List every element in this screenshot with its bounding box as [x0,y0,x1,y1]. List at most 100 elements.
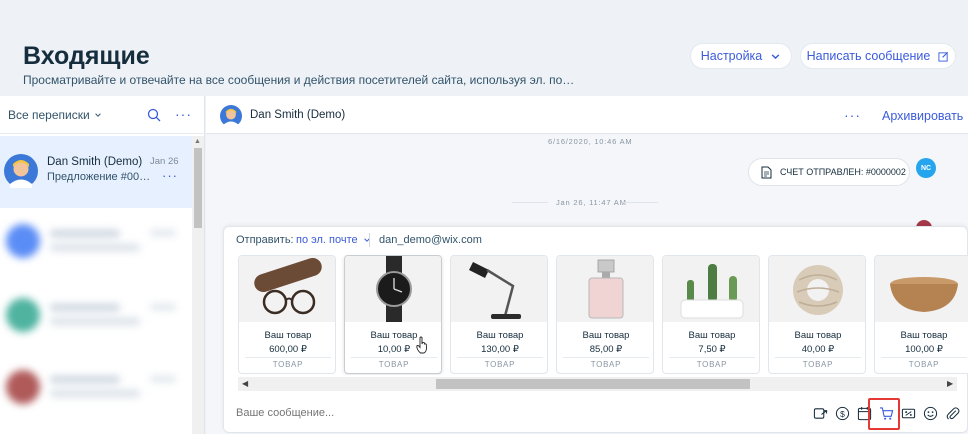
product-card[interactable]: Ваш товар 100,00 ₽ ТОВАР [874,255,968,374]
product-card[interactable]: Ваш товар 7,50 ₽ ТОВАР [662,255,760,374]
compose-icon [938,51,949,62]
bowl-image [875,256,968,322]
emoji-icon[interactable] [920,403,940,423]
send-method-dropdown[interactable]: по эл. почте [296,234,371,246]
watch-image [345,256,441,322]
search-icon[interactable] [147,108,161,122]
agent-badge: NC [916,158,936,178]
send-via-label: Отправить: [236,234,294,246]
product-card[interactable]: Ваш товар 130,00 ₽ ТОВАР [450,255,548,374]
sidebar-scrollbar[interactable]: ▲ [192,136,204,434]
divider [881,357,967,358]
divider [512,202,548,203]
divider [622,202,658,203]
product-type: ТОВАР [590,360,622,369]
product-name: Ваш товар [900,330,948,341]
invoice-sent-message[interactable]: СЧЕТ ОТПРАВЛЕН: #0000002 [748,158,910,186]
list-item[interactable] [0,358,192,418]
product-type: ТОВАР [484,360,516,369]
coupon-icon[interactable] [898,403,918,423]
product-card[interactable]: Ваш товар 600,00 ₽ ТОВАР [238,255,336,374]
scroll-left-icon[interactable]: ◀ [242,379,248,388]
invoice-sent-label: СЧЕТ ОТПРАВЛЕН: #0000002 [780,167,906,177]
conversation-item-active[interactable]: Dan Smith (Demo) Jan 26 Предложение #00…… [0,136,192,208]
payment-request-icon[interactable]: $ [832,403,852,423]
conversation-more-icon[interactable]: ··· [162,168,178,183]
divider [245,357,331,358]
scroll-up-icon[interactable]: ▲ [194,138,201,145]
cart-icon-highlight [868,398,900,430]
list-item[interactable] [0,212,192,272]
write-message-label: Написать сообщение [806,49,931,63]
write-message-button[interactable]: Написать сообщение [800,43,956,69]
product-card[interactable]: Ваш товар 40,00 ₽ ТОВАР [768,255,866,374]
product-type: ТОВАР [908,360,940,369]
page-title: Входящие [23,42,150,70]
product-name: Ваш товар [794,330,842,341]
product-carousel-scrollbar[interactable]: ◀ ▶ [238,377,957,391]
product-carousel: Ваш товар 600,00 ₽ ТОВАР Ваш товар 10,00… [238,255,968,375]
chevron-down-icon [771,53,780,59]
cactus-image [663,256,759,322]
product-name: Ваш товар [264,330,312,341]
chat-contact-name: Dan Smith (Demo) [250,109,346,121]
scroll-right-icon[interactable]: ▶ [947,379,953,388]
product-price: 40,00 ₽ [801,344,835,355]
conversation-preview: Предложение #00… [47,171,151,183]
product-price: 7,50 ₽ [698,344,726,355]
product-carousel-scrollbar-thumb[interactable] [436,379,750,389]
chat-header: Dan Smith (Demo) ··· Архивировать [206,96,968,134]
product-name: Ваш товар [476,330,524,341]
recipient-email: dan_demo@wix.com [379,234,482,246]
product-card[interactable]: Ваш товар 10,00 ₽ ТОВАР [344,255,442,374]
divider [775,357,861,358]
product-card[interactable]: Ваш товар 85,00 ₽ ТОВАР [556,255,654,374]
message-timestamp: Jan 26, 11:47 AM [556,198,627,207]
product-type: ТОВАР [696,360,728,369]
perfume-image [557,256,653,322]
page-header: Входящие Просматривайте и отвечайте на в… [0,0,968,96]
product-type: ТОВАР [802,360,834,369]
conversation-filter-label: Все переписки [8,107,90,122]
product-type: ТОВАР [378,360,410,369]
conversation-name: Dan Smith (Demo) [47,156,143,168]
divider [457,357,543,358]
product-name: Ваш товар [582,330,630,341]
chevron-down-icon [94,112,101,117]
attachment-icon[interactable] [942,403,962,423]
settings-button-label: Настройка [700,49,763,63]
sidebar-scrollbar-thumb[interactable] [194,148,202,228]
product-price: 130,00 ₽ [481,344,519,355]
avatar [4,154,38,188]
svg-text:$: $ [840,408,845,418]
conversation-filter-dropdown[interactable]: Все переписки [8,108,102,122]
document-icon [761,166,772,178]
product-price: 100,00 ₽ [905,344,943,355]
divider [369,233,370,247]
list-item[interactable] [0,286,192,346]
divider [563,357,649,358]
settings-button[interactable]: Настройка [690,43,792,69]
send-method-label: по эл. почте [296,234,358,246]
conversation-list: Все переписки ··· Dan Smith (Demo) Jan 2… [0,96,205,434]
page-subtitle: Просматривайте и отвечайте на все сообще… [23,73,575,87]
archive-button[interactable]: Архивировать [882,109,963,123]
message-composer: Отправить: по эл. почте dan_demo@wix.com… [223,226,968,433]
chat-more-icon[interactable]: ··· [844,107,861,123]
desk-lamp-image [451,256,547,322]
more-options-icon[interactable]: ··· [175,106,192,122]
scarf-image [769,256,865,322]
hand-cursor-icon [416,336,427,354]
product-price: 85,00 ₽ [589,344,623,355]
divider [669,357,755,358]
message-timestamp: 6/16/2020, 10:46 AM [548,137,633,146]
avatar [220,105,242,127]
product-type: ТОВАР [272,360,304,369]
product-price: 600,00 ₽ [269,344,307,355]
message-input[interactable] [236,407,776,419]
conversation-date: Jan 26 [150,156,179,167]
glasses-image [239,256,335,322]
divider [351,357,437,358]
send-form-icon[interactable] [810,403,830,423]
conversation-list-header: Все переписки [0,96,204,134]
